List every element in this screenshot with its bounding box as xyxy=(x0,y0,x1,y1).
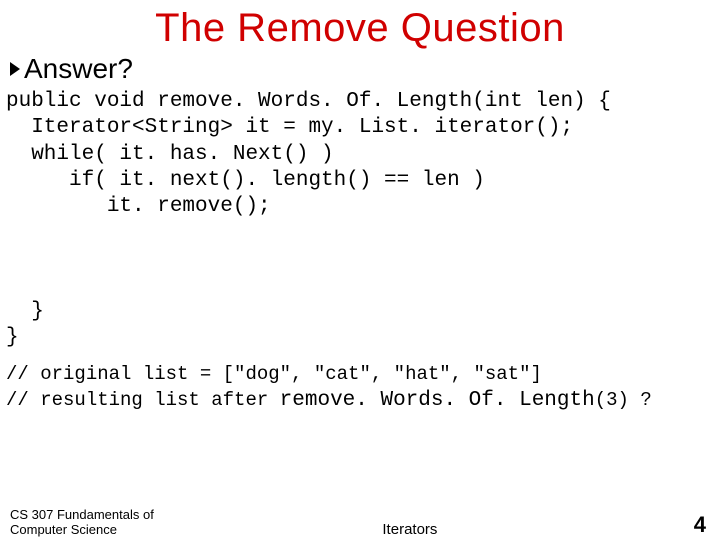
code-line: } xyxy=(6,300,44,323)
comment-line: // original list = ["dog", "cat", "hat",… xyxy=(6,363,542,385)
footer-topic: Iterators xyxy=(154,521,666,538)
comment-line-call: remove. Words. Of. Length xyxy=(280,389,595,412)
code-line: if( it. next(). length() == len ) xyxy=(6,169,485,192)
triangle-bullet-icon xyxy=(10,62,20,76)
footer-course-text: CS 307 Fundamentals of Computer Science xyxy=(10,507,154,538)
bullet-row: Answer? xyxy=(0,53,720,85)
code-block: public void remove. Words. Of. Length(in… xyxy=(0,89,720,352)
code-line: Iterator<String> it = my. List. iterator… xyxy=(6,116,573,139)
bullet-text: Answer? xyxy=(24,53,133,85)
slide-title: The Remove Question xyxy=(0,6,720,51)
footer-course: CS 307 Fundamentals of Computer Science xyxy=(10,507,154,538)
footer-page-number: 4 xyxy=(666,512,706,538)
code-line: public void remove. Words. Of. Length(in… xyxy=(6,90,611,113)
code-line: } xyxy=(6,326,19,349)
comment-block: // original list = ["dog", "cat", "hat",… xyxy=(0,362,720,416)
comment-line-prefix: // resulting list after xyxy=(6,389,280,411)
footer: CS 307 Fundamentals of Computer Science … xyxy=(0,507,720,538)
comment-line-suffix: (3) ? xyxy=(595,389,652,411)
code-line: while( it. has. Next() ) xyxy=(6,143,334,166)
code-line: it. remove(); xyxy=(6,195,271,218)
slide: The Remove Question Answer? public void … xyxy=(0,6,720,540)
